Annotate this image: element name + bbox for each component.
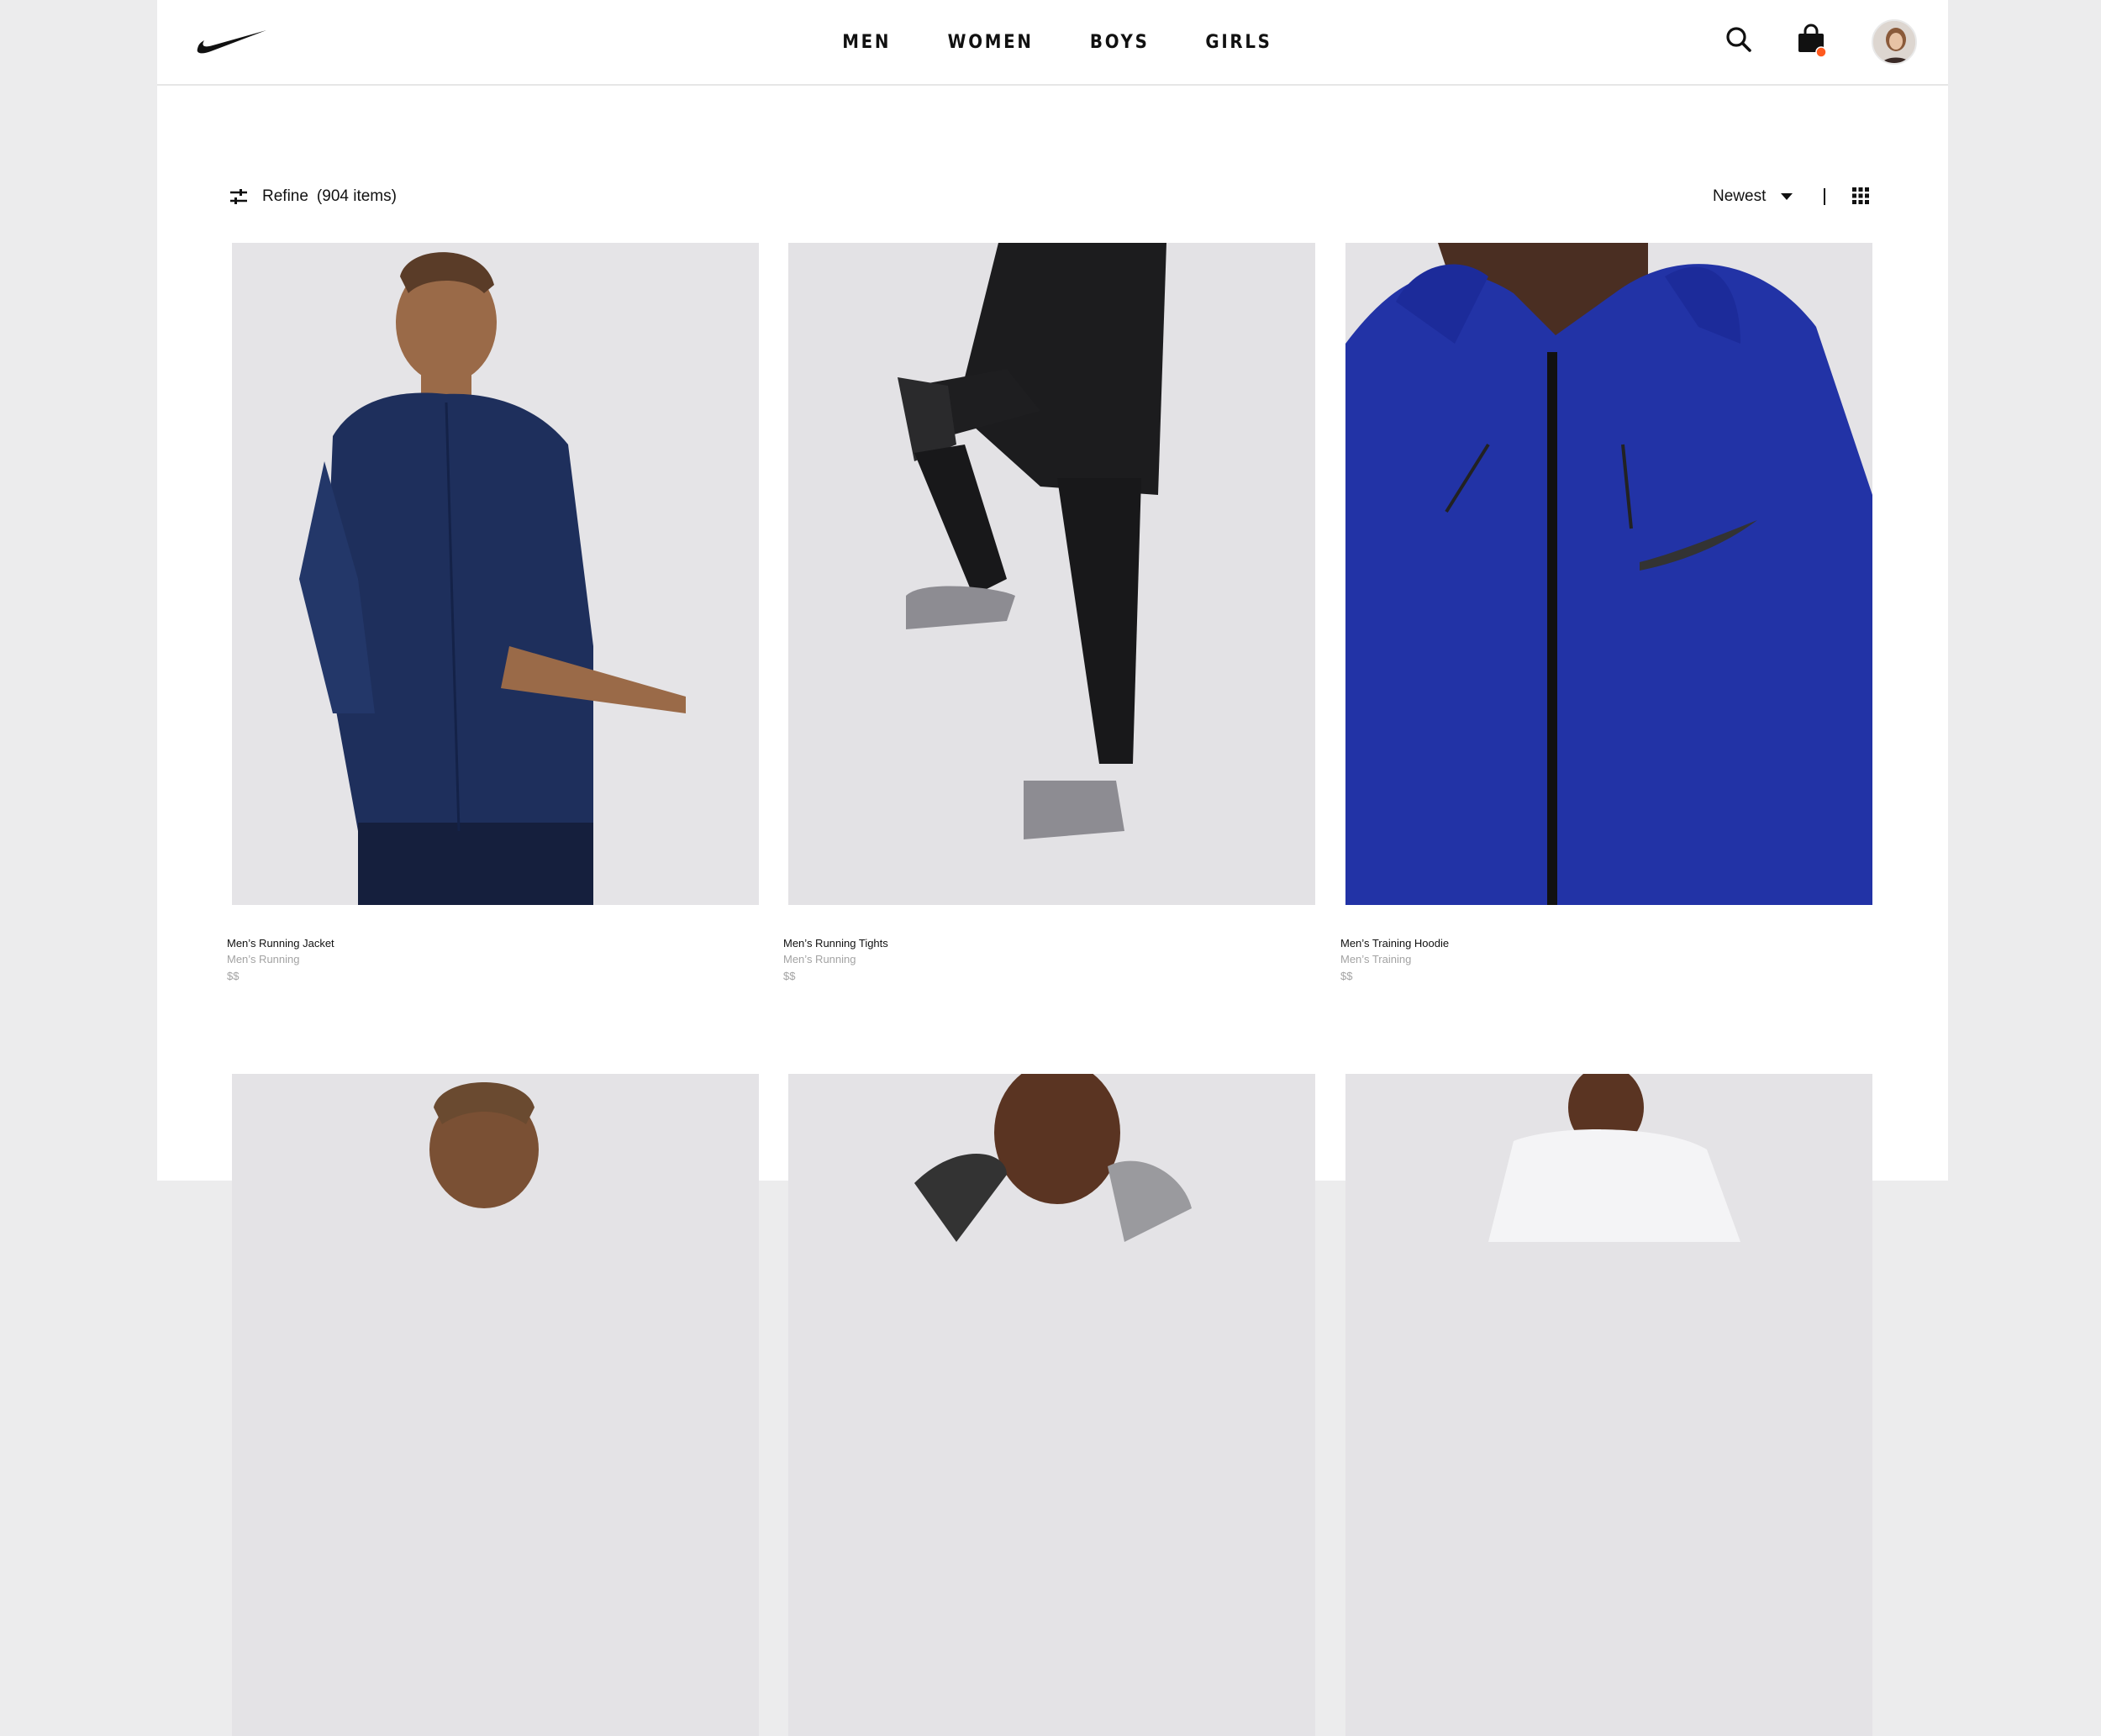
user-avatar[interactable] <box>1872 19 1917 65</box>
search-button[interactable] <box>1725 25 1753 54</box>
product-price: $$ <box>227 970 240 982</box>
product-name[interactable]: Men’s Running Jacket <box>227 937 334 950</box>
product-name[interactable]: Men’s Training Hoodie <box>1340 937 1449 950</box>
product-category: Men’s Training <box>1340 953 1412 965</box>
product-category: Men’s Running <box>783 953 856 965</box>
site-header: MEN WOMEN BOYS GIRLS <box>157 0 1948 86</box>
product-name[interactable]: Men’s Running Tights <box>783 937 888 950</box>
nav-item-women[interactable]: WOMEN <box>947 32 1033 53</box>
refine-label: Refine <box>262 187 308 205</box>
shopping-bag-button[interactable] <box>1796 24 1827 58</box>
main-nav: MEN WOMEN BOYS GIRLS <box>157 0 1948 84</box>
search-icon <box>1726 27 1751 52</box>
product-price: $$ <box>783 970 796 982</box>
item-count: (904 items) <box>316 187 397 205</box>
product-image[interactable] <box>788 243 1315 905</box>
grid-view-icon[interactable] <box>1851 187 1870 205</box>
caret-down-icon <box>1781 193 1793 200</box>
refine-button[interactable]: Refine (904 items) <box>229 183 397 210</box>
toolbar-divider <box>1824 188 1825 205</box>
sort-dropdown[interactable]: Newest <box>1713 183 1793 210</box>
product-price: $$ <box>1340 970 1353 982</box>
nav-item-boys[interactable]: BOYS <box>1090 32 1150 53</box>
product-image[interactable] <box>1345 243 1872 905</box>
filter-sliders-icon <box>230 189 247 204</box>
page: MEN WOMEN BOYS GIRLS Refine (904 items) … <box>157 0 1948 1736</box>
shopping-bag-icon <box>1798 24 1827 58</box>
nav-item-men[interactable]: MEN <box>843 32 892 53</box>
product-image[interactable] <box>788 1074 1315 1736</box>
sort-label: Newest <box>1713 187 1767 205</box>
nav-item-girls[interactable]: GIRLS <box>1205 32 1272 53</box>
product-image[interactable] <box>232 1074 759 1736</box>
product-image[interactable] <box>232 243 759 905</box>
product-image[interactable] <box>1345 1074 1872 1736</box>
product-category: Men’s Running <box>227 953 300 965</box>
